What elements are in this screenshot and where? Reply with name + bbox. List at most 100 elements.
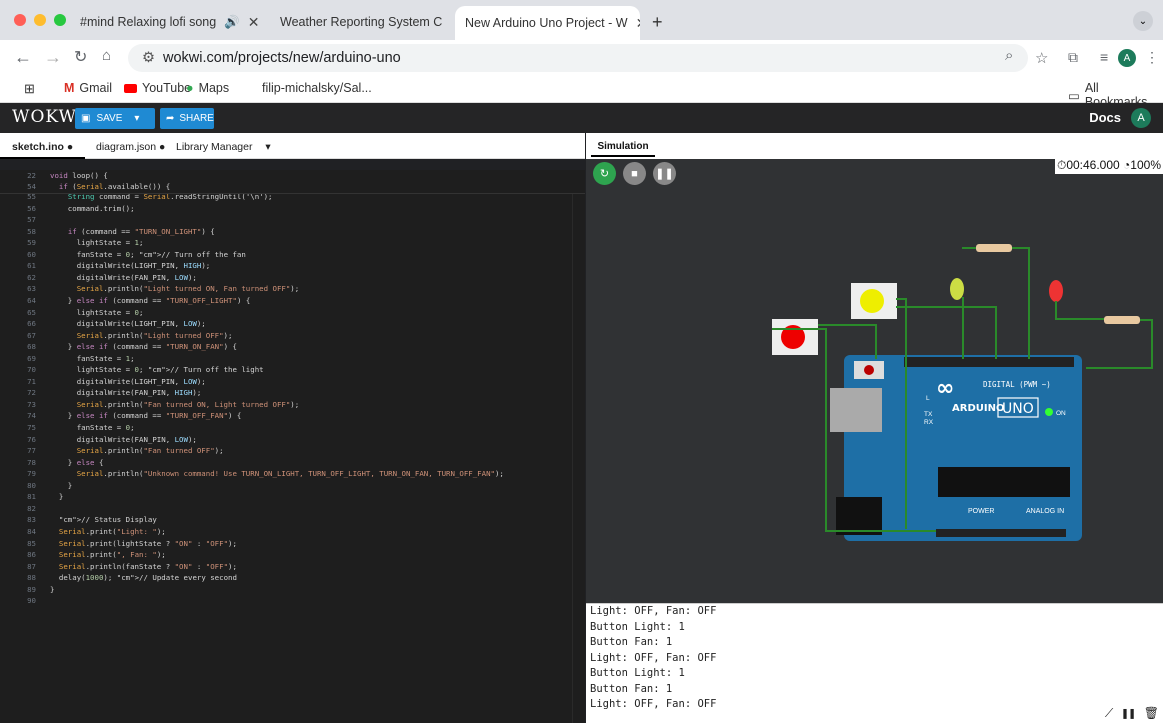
serial-monitor[interactable]: Light: OFF, Fan: OFF Button Light: 1 Butto… [586,603,1163,723]
bookmark-youtube[interactable]: YouTube [124,81,191,95]
code-line[interactable]: 76 digitalWrite(FAN_PIN, LOW); [0,435,585,446]
code-line[interactable]: 79 Serial.println("Unknown command! Use … [0,469,585,480]
minimize-window-button[interactable] [34,14,46,26]
tab-library-manager[interactable]: Library Manager ▾ [176,141,271,153]
code-line[interactable]: 63 Serial.println("Light turned ON, Fan … [0,284,585,295]
code-line[interactable]: 69 fanState = 1; [0,354,585,365]
circuit-diagram[interactable]: DIGITAL (PWM ~) ARDUINO UNO ∞ ON TX RX L… [586,159,1163,603]
close-tab-icon[interactable]: ✕ [248,14,260,31]
zoom-icon[interactable]: ⌕ [1005,47,1013,64]
home-icon[interactable]: ⌂ [102,47,111,64]
serial-line: Button Light: 1 [590,620,685,633]
code-line[interactable]: 68 } else if (command == "TURN_ON_FAN") … [0,342,585,353]
chevron-down-icon[interactable]: ▾ [134,113,139,124]
uno-label: UNO [1002,401,1034,417]
power-jack [836,497,882,535]
sticky-code-line[interactable]: 22 void loop() { [0,171,585,182]
browser-tab-strip: #mind Relaxing lofi song 🔊 ✕ Weather Rep… [0,0,1163,40]
code-line[interactable]: 64 } else if (command == "TURN_OFF_LIGHT… [0,296,585,307]
code-line[interactable]: 67 Serial.println("Light turned OFF"); [0,331,585,342]
svg-text:ON: ON [1056,410,1066,417]
code-line[interactable]: 86 Serial.print(", Fan: "); [0,550,585,561]
tab-diagram[interactable]: diagram.json ● [96,141,165,153]
serial-output: Light: OFF, Fan: OFF Button Light: 1 Butto… [590,604,1159,713]
code-line[interactable]: 72 digitalWrite(FAN_PIN, HIGH); [0,388,585,399]
code-line[interactable]: 77 Serial.println("Fan turned OFF"); [0,446,585,457]
code-line[interactable]: 90 [0,596,585,607]
code-line[interactable]: 74 } else if (command == "TURN_OFF_FAN")… [0,411,585,422]
power-led [1045,408,1053,416]
url-bar[interactable]: ⚙ wokwi.com/projects/new/arduino-uno [128,44,1028,72]
window-controls [14,14,66,26]
code-line[interactable]: 89} [0,585,585,596]
code-line[interactable]: 58 if (command == "TURN_ON_LIGHT") { [0,227,585,238]
apps-grid-icon[interactable]: ⊞ [24,81,35,97]
maps-pin-icon: ● [186,81,194,95]
editor-scrollbar[interactable] [572,170,585,723]
arduino-brand: ARDUINO [952,403,1004,414]
extensions-icon[interactable]: ⧉ [1068,49,1078,66]
reading-list-icon[interactable]: ≡ [1100,49,1108,65]
code-editor[interactable]: 22 void loop() {54 if (Serial.available()… [0,170,585,723]
bookmark-star-icon[interactable]: ☆ [1035,49,1048,67]
close-window-button[interactable] [14,14,26,26]
docs-link[interactable]: Docs [1089,110,1121,125]
code-line[interactable]: 87 Serial.println(fanState ? "ON" : "OFF… [0,562,585,573]
code-line[interactable]: 56 command.trim(); [0,204,585,215]
code-line[interactable]: 70 lightState = 0; "cm">// Turn off the … [0,365,585,376]
code-line[interactable]: 75 fanState = 0; [0,423,585,434]
trash-icon[interactable]: 🗑 [1144,706,1159,722]
code-line[interactable]: 59 lightState = 1; [0,238,585,249]
code-line[interactable]: 57 [0,215,585,226]
reload-icon[interactable]: ↻ [74,47,87,67]
resistor-right[interactable] [1104,316,1140,324]
svg-text:L: L [926,395,930,402]
code-line[interactable]: 62 digitalWrite(FAN_PIN, LOW); [0,273,585,284]
new-tab-button[interactable]: + [642,6,672,38]
code-line[interactable]: 81 } [0,492,585,503]
save-button[interactable]: ▣ SAVE ▾ [75,108,155,129]
tab-sketch[interactable]: sketch.ino ● [0,133,86,159]
menu-icon[interactable]: ⋮ [1145,49,1159,66]
resistor-top[interactable] [976,244,1012,252]
code-line[interactable]: 73 Serial.println("Fan turned ON, Light … [0,400,585,411]
serial-line: Light: OFF, Fan: OFF [590,605,717,617]
code-line[interactable]: 80 } [0,481,585,492]
sticky-code-line[interactable]: 54 if (Serial.available()) { [0,182,585,193]
bookmark-maps[interactable]: ● Maps [186,81,229,95]
profile-avatar[interactable]: A [1118,49,1136,67]
code-line[interactable]: 78 } else { [0,458,585,469]
plotter-icon[interactable]: ⟋ [1105,706,1113,722]
pause-icon[interactable]: ❚❚ [1121,706,1135,722]
code-line[interactable]: 66 digitalWrite(LIGHT_PIN, LOW); [0,319,585,330]
led-yellow[interactable] [950,278,964,300]
code-line[interactable]: 83 "cm">// Status Display [0,515,585,526]
code-line[interactable]: 82 [0,504,585,515]
site-settings-icon[interactable]: ⚙ [142,50,155,66]
browser-tab-wokwi[interactable]: New Arduino Uno Project - W ✕ [455,6,640,40]
bookmark-gmail[interactable]: M Gmail [64,81,112,95]
editor-tabs: sketch.ino ● diagram.json ● Library Mana… [0,133,585,159]
browser-tab-youtube[interactable]: #mind Relaxing lofi song 🔊 ✕ [62,6,262,38]
code-line[interactable]: 84 Serial.print("Light: "); [0,527,585,538]
code-line[interactable]: 60 fanState = 0; "cm">// Turn off the fa… [0,250,585,261]
close-tab-icon[interactable]: ✕ [636,15,640,32]
close-tab-icon[interactable]: ✕ [450,14,452,31]
wokwi-avatar[interactable]: A [1131,108,1151,128]
chevron-down-icon[interactable]: ⌄ [1133,11,1153,31]
share-button[interactable]: ➦ SHARE [160,108,214,129]
code-line[interactable]: 71 digitalWrite(LIGHT_PIN, LOW); [0,377,585,388]
wokwi-logo[interactable]: WOKWi [12,107,83,127]
browser-tab-chatgpt[interactable]: Weather Reporting System C ✕ [262,6,452,38]
tab-simulation[interactable]: Simulation [591,137,655,157]
gmail-icon: M [64,81,75,95]
digital-header [904,357,1074,367]
code-line[interactable]: 88 delay(1000); "cm">// Update every sec… [0,573,585,584]
code-line[interactable]: 65 lightState = 0; [0,308,585,319]
bookmark-github[interactable]: filip-michalsky/Sal... [262,81,372,95]
code-line[interactable]: 85 Serial.print(lightState ? "ON" : "OFF… [0,539,585,550]
back-icon[interactable]: ← [14,47,32,68]
code-line[interactable]: 61 digitalWrite(LIGHT_PIN, HIGH); [0,261,585,272]
forward-icon[interactable]: → [44,47,62,68]
led-red[interactable] [1049,280,1063,302]
